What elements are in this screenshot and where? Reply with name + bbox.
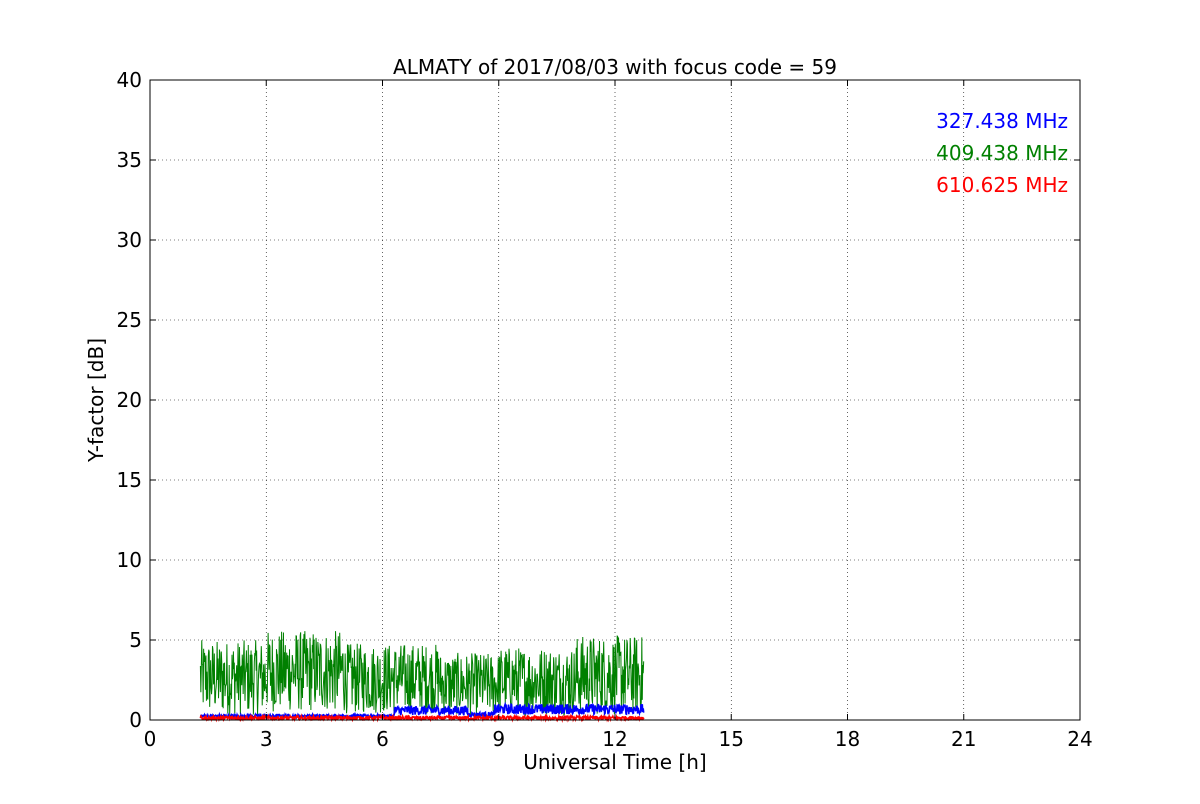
- legend: 327.438 MHz 409.438 MHz 610.625 MHz: [936, 109, 1068, 197]
- chart-container: ALMATY of 2017/08/03 with focus code = 5…: [0, 0, 1200, 800]
- x-tick-label: 6: [376, 727, 389, 751]
- y-tick-label: 5: [129, 628, 142, 652]
- plot-series: [199, 631, 645, 724]
- x-axis-label: Universal Time [h]: [523, 750, 706, 774]
- y-tick-label: 15: [117, 468, 142, 492]
- legend-entry: 610.625 MHz: [936, 173, 1068, 197]
- series-line-3: [199, 713, 645, 724]
- y-tick-label: 40: [117, 68, 142, 92]
- legend-entry: 327.438 MHz: [936, 109, 1068, 133]
- x-tick-label: 18: [835, 727, 860, 751]
- legend-entry: 409.438 MHz: [936, 141, 1068, 165]
- x-tick-label: 12: [602, 727, 627, 751]
- x-tick-label: 0: [144, 727, 157, 751]
- y-tick-label: 35: [117, 148, 142, 172]
- x-tick-label: 3: [260, 727, 273, 751]
- y-tick-label: 25: [117, 308, 142, 332]
- chart-svg: ALMATY of 2017/08/03 with focus code = 5…: [84, 55, 1093, 774]
- x-tick-label: 21: [951, 727, 976, 751]
- x-tick-label: 24: [1067, 727, 1092, 751]
- series-line-2: [199, 631, 645, 717]
- chart-title: ALMATY of 2017/08/03 with focus code = 5…: [393, 55, 837, 79]
- y-tick-label: 10: [117, 548, 142, 572]
- axis-ticks: 0 3 6 9 12 15 18 21 24 0 5 10 15 20 25 30 35 40: [117, 68, 1093, 751]
- x-tick-label: 15: [719, 727, 744, 751]
- y-tick-label: 0: [129, 708, 142, 732]
- y-axis-label: Y-factor [dB]: [84, 338, 108, 463]
- y-tick-label: 30: [117, 228, 142, 252]
- x-tick-label: 9: [492, 727, 505, 751]
- y-tick-label: 20: [117, 388, 142, 412]
